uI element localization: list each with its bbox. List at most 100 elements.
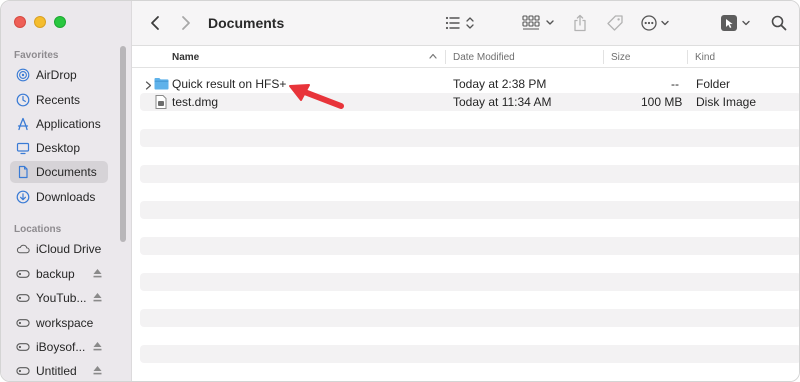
sidebar-item-untitled[interactable]: Untitled [10, 360, 108, 381]
window-title: Documents [208, 15, 285, 31]
forward-button[interactable] [176, 13, 196, 33]
more-icon [641, 15, 669, 31]
empty-row [140, 345, 799, 363]
file-date-modified: Today at 11:34 AM [453, 95, 552, 109]
folder-icon [154, 77, 169, 93]
finder-window: Favorites AirDrop Recents Applications D… [0, 0, 800, 382]
file-date-modified: Today at 2:38 PM [453, 77, 547, 91]
empty-row [140, 309, 799, 327]
search-button[interactable] [768, 12, 790, 34]
sidebar-item-label: Recents [36, 93, 81, 107]
applications-icon [16, 117, 30, 131]
column-header-row: Name Date Modified Size Kind [132, 46, 799, 68]
back-icon [151, 16, 159, 30]
column-header-kind[interactable]: Kind [695, 52, 715, 63]
sidebar-scrollbar[interactable] [120, 46, 126, 242]
document-icon [16, 165, 30, 179]
sidebar-item-documents[interactable]: Documents [10, 161, 108, 183]
zoom-window-button[interactable] [54, 16, 66, 28]
column-divider[interactable] [445, 50, 446, 64]
sidebar-item-backup[interactable]: backup [10, 263, 108, 285]
empty-row [140, 273, 799, 291]
forward-icon [182, 16, 190, 30]
airdrop-icon [16, 68, 30, 82]
sidebar-item-desktop[interactable]: Desktop [10, 137, 108, 159]
preview-icon [721, 15, 750, 31]
column-header-size[interactable]: Size [611, 52, 630, 63]
file-name: Quick result on HFS+ [172, 77, 287, 91]
sidebar-item-label: iBoysof... [36, 340, 86, 354]
minimize-window-button[interactable] [34, 16, 46, 28]
favorites-section-title: Favorites [14, 50, 59, 61]
drive-icon [16, 291, 30, 305]
file-name: test.dmg [172, 95, 219, 109]
sidebar-item-label: AirDrop [36, 68, 77, 82]
file-kind: Disk Image [696, 95, 757, 109]
column-header-date-modified[interactable]: Date Modified [453, 52, 515, 63]
sidebar-item-label: Documents [36, 165, 97, 179]
group-button[interactable] [522, 13, 558, 33]
sidebar: Favorites AirDrop Recents Applications D… [1, 1, 132, 381]
column-divider[interactable] [603, 50, 604, 64]
eject-icon[interactable] [93, 341, 102, 352]
sidebar-item-label: YouTub... [36, 291, 87, 305]
share-button[interactable] [569, 12, 591, 34]
window-controls [14, 16, 66, 28]
annotation-arrow-icon [289, 84, 344, 109]
sidebar-item-label: backup [36, 267, 75, 281]
sidebar-item-label: Applications [36, 117, 101, 131]
toolbar: Documents [132, 1, 799, 46]
table-row[interactable]: test.dmg Today at 11:34 AM 100 MB Disk I… [140, 93, 799, 112]
desktop-icon [16, 141, 30, 155]
view-options-button[interactable] [444, 13, 478, 33]
empty-row [140, 165, 799, 183]
sidebar-item-youtube-drive[interactable]: YouTub... [10, 287, 108, 309]
list-view-icon [445, 16, 474, 30]
tag-button[interactable] [604, 12, 626, 34]
drive-icon [16, 340, 30, 354]
grid-view-icon [522, 15, 554, 30]
empty-row [140, 201, 799, 219]
download-icon [16, 190, 30, 204]
locations-section-title: Locations [14, 224, 62, 235]
empty-row [140, 237, 799, 255]
drive-icon [16, 316, 30, 330]
sidebar-item-airdrop[interactable]: AirDrop [10, 64, 108, 86]
sidebar-item-recents[interactable]: Recents [10, 89, 108, 111]
disclosure-triangle-icon[interactable] [145, 79, 152, 93]
back-button[interactable] [145, 13, 165, 33]
sidebar-item-label: iCloud Drive [36, 242, 102, 256]
more-actions-button[interactable] [640, 12, 674, 34]
clock-icon [16, 93, 30, 107]
table-row[interactable]: Quick result on HFS+ Today at 2:38 PM --… [140, 75, 799, 93]
sidebar-item-workspace[interactable]: workspace [10, 312, 108, 334]
disk-image-icon [155, 95, 167, 112]
cloud-icon [16, 242, 30, 256]
close-window-button[interactable] [14, 16, 26, 28]
column-header-name[interactable]: Name [172, 52, 199, 63]
sidebar-item-label: Desktop [36, 141, 81, 155]
file-list: Name Date Modified Size Kind Quick resul… [132, 46, 799, 381]
sidebar-item-label: Downloads [36, 190, 96, 204]
file-size: 100 MB [641, 95, 683, 109]
eject-icon[interactable] [93, 292, 102, 303]
share-icon [574, 14, 586, 32]
drive-icon [16, 267, 30, 281]
column-divider[interactable] [687, 50, 688, 64]
tag-icon [607, 15, 623, 31]
sidebar-item-iboysoft-drive[interactable]: iBoysof... [10, 336, 108, 358]
eject-icon[interactable] [93, 268, 102, 279]
drive-icon [16, 364, 30, 378]
file-size: -- [671, 77, 679, 91]
eject-icon[interactable] [93, 365, 102, 376]
search-icon [771, 15, 787, 31]
sidebar-item-downloads[interactable]: Downloads [10, 186, 108, 208]
empty-row [140, 129, 799, 147]
file-kind: Folder [696, 77, 731, 91]
sidebar-item-icloud-drive[interactable]: iCloud Drive [10, 238, 108, 260]
sidebar-item-label: Untitled [36, 364, 77, 378]
sidebar-item-label: workspace [36, 316, 94, 330]
sort-ascending-icon [429, 51, 437, 62]
sidebar-item-applications[interactable]: Applications [10, 113, 108, 135]
preview-button[interactable] [720, 12, 754, 34]
